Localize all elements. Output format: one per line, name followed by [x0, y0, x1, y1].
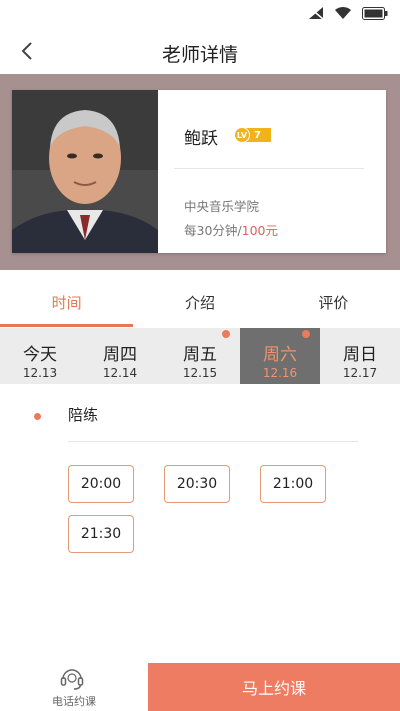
wifi-icon [334, 6, 352, 20]
page-title: 老师详情 [161, 44, 238, 66]
nav-bar: 老师详情 [0, 28, 400, 74]
teacher-photo [12, 90, 158, 253]
date-item-sat[interactable]: 周六 12.16 [240, 328, 320, 384]
date-day: 周四 [103, 345, 137, 365]
teacher-name: 鲍跃 [184, 129, 218, 149]
tab-intro[interactable]: 介绍 [133, 282, 266, 328]
date-value: 12.17 [342, 366, 378, 380]
level-badge: LV 7 [234, 127, 271, 143]
battery-icon [362, 6, 388, 20]
phone-book-label: 电话约课 [52, 695, 96, 708]
date-strip: 今天 12.13 周四 12.14 周五 12.15 周六 12.16 周日 1… [0, 328, 400, 384]
headset-icon [59, 665, 85, 691]
tab-bar: 时间 介绍 评价 [0, 282, 400, 328]
status-bar [0, 0, 400, 28]
time-slot[interactable]: 21:00 [260, 465, 326, 503]
price-prefix: 每30分钟/ [184, 223, 242, 238]
session-dot [34, 413, 41, 420]
availability-dot [302, 330, 310, 338]
level-prefix: LV [234, 127, 250, 143]
date-value: 12.16 [262, 366, 298, 380]
date-item-fri[interactable]: 周五 12.15 [160, 328, 240, 384]
date-item-thu[interactable]: 周四 12.14 [80, 328, 160, 384]
price-line: 每30分钟/100元 [184, 220, 278, 239]
session-divider [68, 441, 358, 442]
tab-reviews[interactable]: 评价 [267, 282, 400, 328]
date-day: 周六 [263, 345, 297, 365]
date-item-today[interactable]: 今天 12.13 [0, 328, 80, 384]
date-value: 12.15 [182, 366, 218, 380]
availability-dot [222, 330, 230, 338]
profile-area: 鲍跃 LV 7 中央音乐学院 每30分钟/100元 [0, 74, 400, 270]
date-day: 今天 [23, 345, 57, 365]
time-slot[interactable]: 20:30 [164, 465, 230, 503]
date-day: 周日 [343, 345, 377, 365]
date-value: 12.13 [22, 366, 58, 380]
date-value: 12.14 [102, 366, 138, 380]
signal-muted-icon [308, 6, 324, 20]
bottom-bar: 电话约课 马上约课 [0, 663, 400, 711]
time-slot[interactable]: 21:30 [68, 515, 134, 553]
teacher-card: 鲍跃 LV 7 中央音乐学院 每30分钟/100元 [12, 90, 386, 253]
date-day: 周五 [183, 345, 217, 365]
session-label: 陪练 [68, 406, 99, 424]
teacher-school: 中央音乐学院 [184, 199, 260, 214]
card-divider [174, 168, 364, 169]
phone-book-button[interactable]: 电话约课 [0, 663, 148, 711]
book-now-button[interactable]: 马上约课 [148, 663, 400, 711]
price-value: 100元 [241, 223, 278, 238]
tab-time[interactable]: 时间 [0, 282, 133, 328]
date-item-sun[interactable]: 周日 12.17 [320, 328, 400, 384]
time-slot[interactable]: 20:00 [68, 465, 134, 503]
tab-active-indicator [0, 324, 133, 327]
